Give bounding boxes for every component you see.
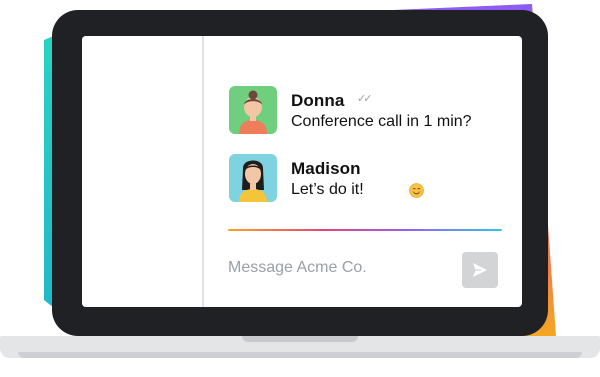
message-item: Madison Let’s do it! [229,154,519,202]
message-item: Donna ✓✓ Conference call in 1 min? [229,86,519,134]
smiling-face-emoji-icon [409,183,424,198]
sender-name[interactable]: Donna [291,91,344,111]
chat-app-window: Donna ✓✓ Conference call in 1 min? Madis… [82,36,522,307]
avatar[interactable] [229,154,277,202]
send-arrow-icon [473,263,487,277]
laptop-base-edge [18,352,582,358]
send-button[interactable] [462,252,498,288]
message-text: Let’s do it! [291,181,364,198]
avatar[interactable] [229,86,277,134]
camera-notch [276,10,322,25]
sidebar [82,36,204,307]
sender-name[interactable]: Madison [291,159,361,179]
double-check-icon: ✓✓ [357,93,373,105]
message-text: Conference call in 1 min? [291,113,472,130]
laptop-hinge-notch [242,336,358,342]
chat-main: Donna ✓✓ Conference call in 1 min? Madis… [204,36,522,307]
gradient-divider [228,229,502,231]
madison-avatar-icon [229,154,277,202]
donna-avatar-icon [229,86,277,134]
message-input[interactable] [228,259,458,277]
